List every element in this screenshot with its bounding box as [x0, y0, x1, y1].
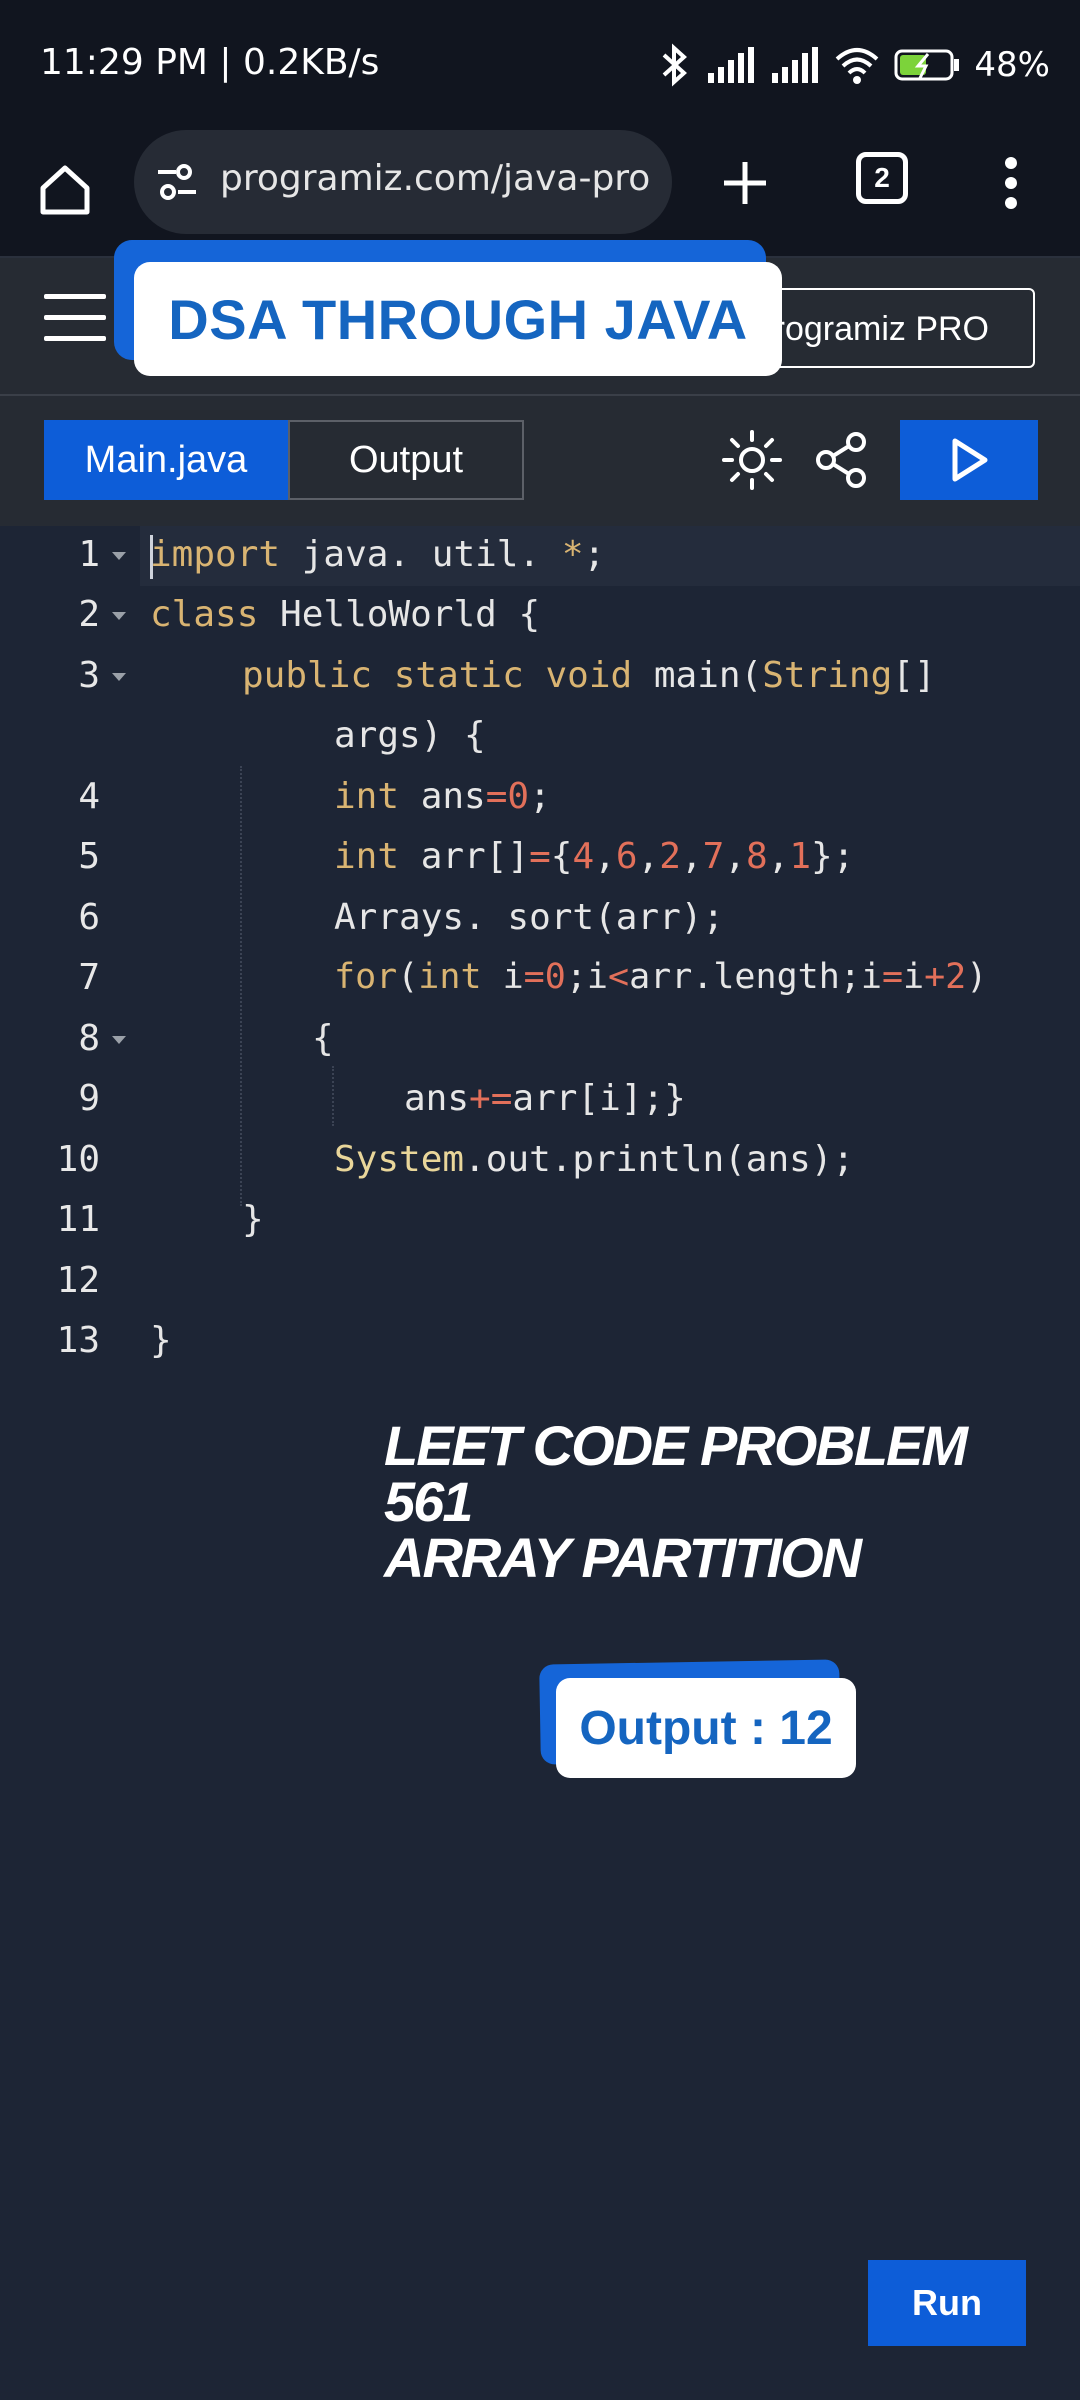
line-number: 11 [56, 1199, 100, 1240]
code-line: System.out.println(ans); [334, 1139, 855, 1180]
fold-toggle-icon[interactable] [112, 552, 126, 560]
battery-icon [894, 49, 960, 81]
code-line: Arrays. sort(arr); [334, 897, 725, 938]
tab-output[interactable]: Output [288, 420, 524, 500]
line-number: 7 [78, 957, 100, 998]
run-button[interactable]: Run [868, 2260, 1026, 2346]
home-icon [40, 165, 90, 215]
line-number: 3 [78, 655, 100, 696]
share-icon [816, 432, 866, 488]
wifi-icon [836, 48, 879, 84]
more-vert-icon [1005, 157, 1017, 209]
code-line: ans+=arr[i];} [404, 1078, 686, 1119]
hamburger-icon[interactable] [44, 294, 106, 346]
line-number: 10 [56, 1139, 100, 1180]
line-number: 1 [78, 534, 100, 575]
site-info-icon[interactable] [154, 160, 200, 206]
fold-toggle-icon[interactable] [112, 612, 126, 620]
code-line-wrap: args) { [334, 715, 486, 756]
fold-toggle-icon[interactable] [112, 1036, 126, 1044]
code-line: int arr[]={4,6,2,7,8,1}; [334, 836, 855, 877]
problem-caption: LEET CODE PROBLEM 561 ARRAY PARTITION [384, 1418, 1044, 1586]
indent-guide [240, 766, 242, 1206]
line-number: 13 [56, 1320, 100, 1361]
run-button-top[interactable] [900, 420, 1038, 500]
code-line: import java. util. *; [150, 534, 606, 575]
title-banner: DSA THROUGH JAVA [134, 262, 782, 376]
theme-toggle-button[interactable] [720, 428, 784, 492]
play-icon [952, 438, 988, 482]
new-tab-button[interactable] [710, 148, 780, 218]
code-line: } [242, 1199, 264, 1240]
output-text: Output : 12 [579, 1701, 833, 1755]
line-number: 9 [78, 1078, 100, 1119]
line-number: 6 [78, 897, 100, 938]
signal-icon-2 [772, 47, 819, 83]
code-line: for(int i=0;i<arr.length;i=i+2) [334, 957, 988, 997]
code-line: int ans=0; [334, 776, 551, 817]
browser-toolbar: programiz.com/java-progra 2 [0, 130, 1080, 258]
indent-guide [332, 1066, 334, 1126]
title-text: DSA THROUGH JAVA [168, 287, 748, 351]
caption-line: LEET CODE PROBLEM 561 [384, 1414, 968, 1533]
address-bar[interactable]: programiz.com/java-progra [134, 130, 672, 234]
output-badge: Output : 12 [556, 1678, 856, 1778]
bluetooth-icon [663, 43, 688, 87]
line-number: 4 [78, 776, 100, 817]
programiz-pro-button[interactable]: rogramiz PRO [755, 288, 1035, 368]
line-number: 12 [56, 1260, 100, 1301]
fold-toggle-icon[interactable] [112, 673, 126, 681]
status-bar: 11:29 PM | 0.2KB/s 48% [0, 0, 1080, 130]
more-menu-button[interactable] [986, 148, 1036, 218]
code-line: } [150, 1320, 172, 1361]
status-icons: 48% [658, 40, 1050, 90]
share-button[interactable] [810, 428, 874, 492]
tab-main-java[interactable]: Main.java [44, 420, 288, 500]
status-time: 11:29 PM | 0.2KB/s [40, 42, 380, 83]
sun-icon [722, 430, 782, 490]
editor-tabbar: Main.java Output [0, 396, 1080, 528]
home-button[interactable] [30, 150, 100, 230]
line-number: 8 [78, 1018, 100, 1059]
pro-label: rogramiz PRO [773, 310, 989, 348]
url-text[interactable]: programiz.com/java-progra [220, 158, 650, 199]
line-number: 5 [78, 836, 100, 877]
battery-percent: 48% [974, 45, 1050, 85]
tabs-icon[interactable]: 2 [856, 152, 908, 204]
caption-line: ARRAY PARTITION [384, 1526, 862, 1589]
code-line: class HelloWorld { [150, 594, 541, 635]
signal-icon [708, 47, 755, 83]
plus-icon [724, 162, 766, 204]
line-number: 2 [78, 594, 100, 635]
code-line: { [312, 1018, 334, 1059]
code-line: public static void main(String[] [242, 655, 936, 696]
